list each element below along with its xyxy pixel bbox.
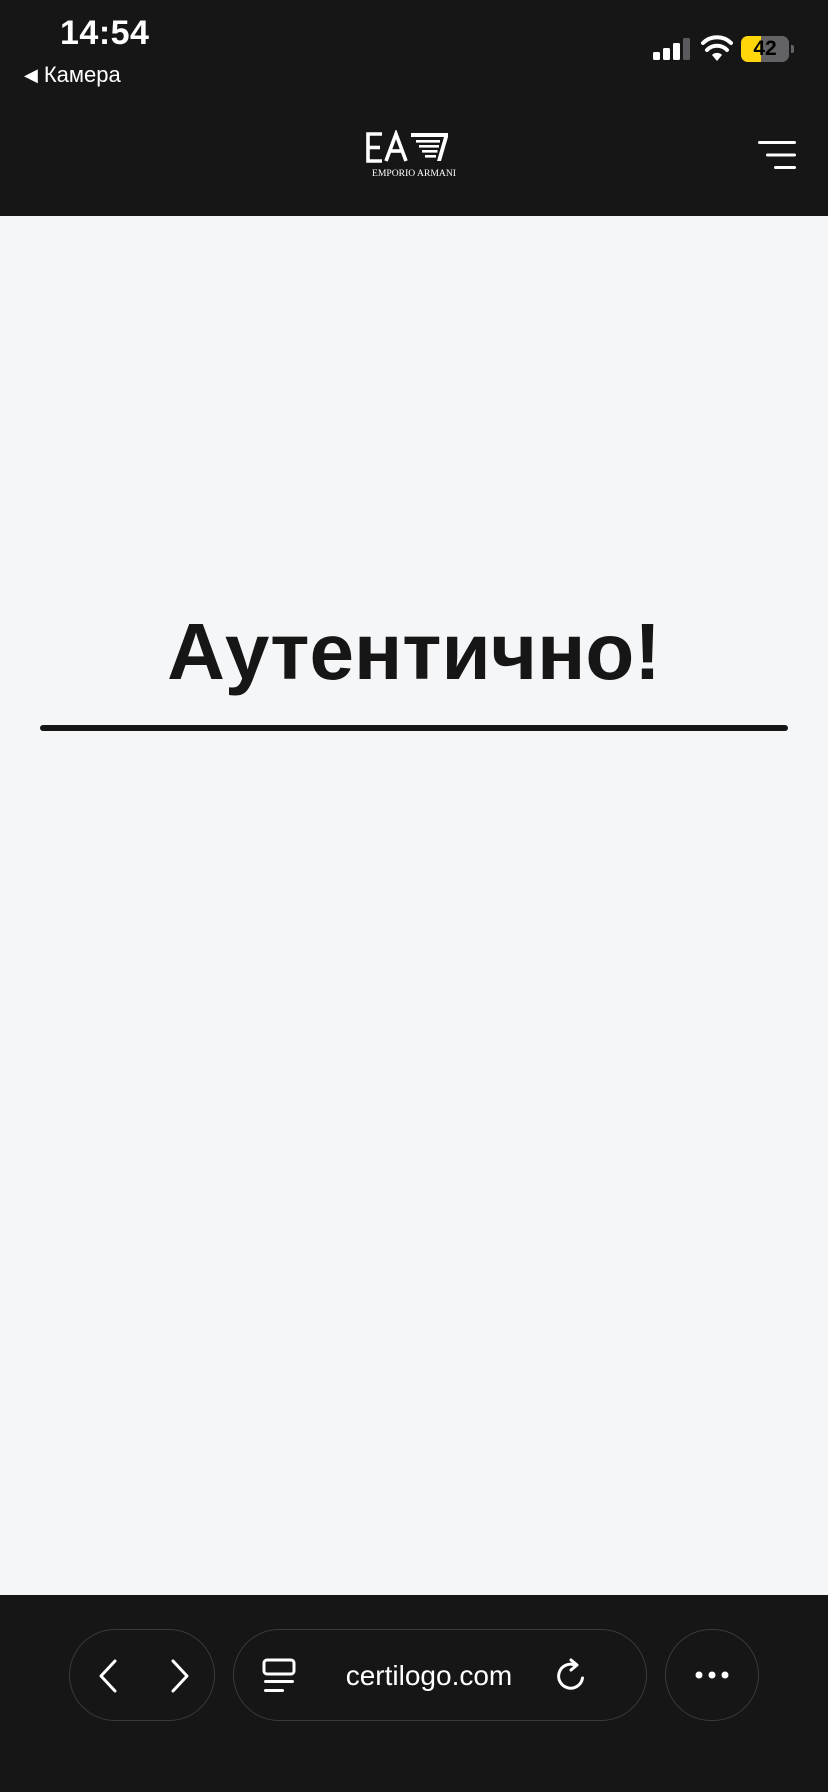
forward-button[interactable] [150, 1630, 210, 1722]
more-dots-icon [695, 1671, 729, 1679]
back-triangle-icon: ◀ [24, 64, 38, 85]
battery-body: 42 [741, 36, 789, 62]
hamburger-menu-icon[interactable] [758, 140, 796, 170]
battery-percent: 42 [753, 37, 777, 60]
authenticity-verdict: Аутентично! [167, 607, 661, 696]
logo-subtext: EMPORIO ARMANI [372, 168, 456, 179]
back-to-app-button[interactable]: ◀ Камера [24, 62, 121, 88]
ea7-logo[interactable]: EMPORIO ARMANI [364, 130, 464, 180]
reader-mode-icon[interactable] [262, 1658, 296, 1694]
cellular-signal-icon [653, 38, 690, 60]
navigation-pill [69, 1629, 215, 1721]
battery-cap [791, 45, 794, 53]
chevron-right-icon [171, 1659, 189, 1693]
battery-indicator: 42 [741, 36, 794, 62]
main-content: Аутентично! [0, 216, 828, 1595]
verdict-divider [40, 725, 788, 731]
wifi-icon [701, 35, 733, 61]
back-app-label: Камера [43, 62, 121, 87]
address-bar[interactable]: certilogo.com [233, 1629, 647, 1721]
back-button[interactable] [78, 1630, 138, 1722]
status-bar: 14:54 ◀ Камера 42 [0, 0, 828, 96]
reload-icon[interactable] [553, 1658, 589, 1694]
chevron-left-icon [99, 1659, 117, 1693]
url-text[interactable]: certilogo.com [334, 1630, 524, 1722]
more-button[interactable] [665, 1629, 759, 1721]
status-time: 14:54 [60, 14, 150, 52]
